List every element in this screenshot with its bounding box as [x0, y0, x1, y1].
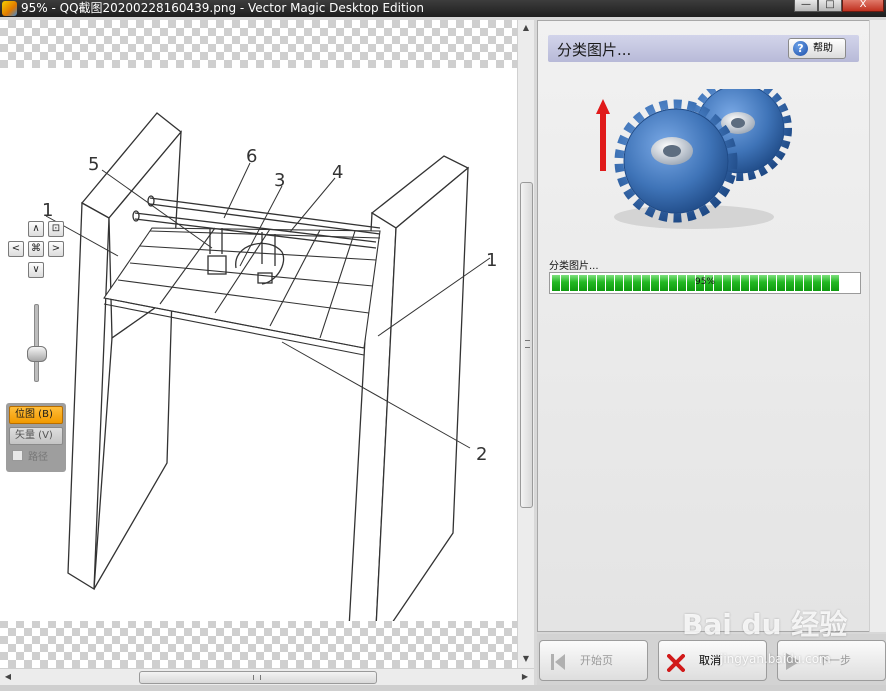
title-bar: 95% - QQ截图20200228160439.png - Vector Ma… — [0, 0, 886, 17]
first-page-icon — [551, 654, 565, 670]
progress-label: 分类图片... — [549, 261, 599, 272]
minimize-button[interactable]: — — [794, 0, 818, 12]
vertical-scroll-thumb[interactable] — [520, 182, 533, 508]
callout-2: 2 — [476, 444, 487, 465]
pan-left-button[interactable]: < — [8, 241, 24, 257]
pan-center-button[interactable]: ⌘ — [28, 241, 44, 257]
left-pillar — [67, 112, 182, 591]
callout-3: 3 — [274, 170, 285, 191]
pan-up-button[interactable]: ∧ — [28, 221, 44, 237]
window-title: 95% - QQ截图20200228160439.png - Vector Ma… — [21, 1, 424, 15]
home-label: 开始页 — [580, 654, 613, 667]
cancel-label: 取消 — [699, 654, 721, 667]
help-label: 帮助 — [813, 43, 833, 54]
baidu-watermark-url: jingyan.baidu.com — [720, 652, 831, 666]
scroll-down-arrow[interactable]: ▼ — [518, 651, 534, 667]
step-header: 分类图片... ? 帮助 — [548, 35, 859, 62]
callout-1-left: 1 — [42, 200, 53, 221]
path-checkbox[interactable] — [12, 449, 23, 461]
horizontal-grip — [253, 675, 261, 680]
callout-5: 5 — [88, 154, 99, 175]
image-canvas[interactable]: 1 2 3 4 5 6 1 — [0, 20, 517, 668]
gears-illustration — [596, 89, 792, 229]
technical-drawing: 1 2 3 4 5 6 1 — [42, 112, 497, 621]
pan-right-button[interactable]: > — [48, 241, 64, 257]
view-mode-panel: 位图 (B) 矢量 (V) 路径 — [6, 403, 66, 472]
zoom-slider-thumb[interactable] — [27, 346, 47, 362]
scroll-up-arrow[interactable]: ▲ — [518, 20, 534, 36]
wizard-panel: 分类图片... ? 帮助 分类图片... 95% — [537, 20, 870, 632]
zoom-slider-track[interactable] — [34, 304, 39, 382]
path-label: 路径 — [28, 451, 48, 463]
scroll-left-arrow[interactable]: ◀ — [0, 669, 16, 685]
canvas-vertical-scrollbar[interactable]: ▲ ▼ — [517, 20, 534, 668]
path-toggle[interactable]: 路径 — [9, 448, 63, 463]
callout-4: 4 — [332, 162, 343, 183]
panel-scrollbar[interactable] — [869, 20, 886, 632]
pan-controls: ∧ ⊡ < ⌘ > ∨ — [7, 221, 67, 281]
vertical-grip — [525, 340, 530, 348]
callout-6: 6 — [246, 146, 257, 167]
callout-1-right: 1 — [486, 250, 497, 271]
scroll-right-arrow[interactable]: ▶ — [517, 669, 533, 685]
progress-text: 95% — [694, 277, 715, 287]
canvas-horizontal-scrollbar[interactable]: ◀ ▶ — [0, 668, 534, 685]
vector-mode-button[interactable]: 矢量 (V) — [9, 427, 63, 445]
close-button[interactable]: X — [842, 0, 884, 12]
large-gear-icon — [614, 99, 738, 223]
baidu-watermark: Bai du 经验 — [682, 608, 848, 641]
bitmap-mode-button[interactable]: 位图 (B) — [9, 406, 63, 424]
progress-bar: 95% — [549, 272, 861, 294]
step-title: 分类图片... — [557, 41, 632, 59]
home-button[interactable]: 开始页 — [539, 640, 648, 681]
horizontal-scroll-thumb[interactable] — [139, 671, 377, 684]
window-controls: — □ X — [794, 0, 884, 12]
status-strip — [0, 685, 886, 691]
maximize-button[interactable]: □ — [818, 0, 842, 12]
cancel-x-icon — [667, 654, 685, 672]
app-icon — [2, 1, 17, 16]
help-button[interactable]: ? 帮助 — [788, 38, 846, 59]
red-arrow-icon — [596, 99, 610, 171]
help-icon: ? — [793, 41, 808, 56]
fit-view-button[interactable]: ⊡ — [48, 221, 64, 237]
pan-down-button[interactable]: ∨ — [28, 262, 44, 278]
